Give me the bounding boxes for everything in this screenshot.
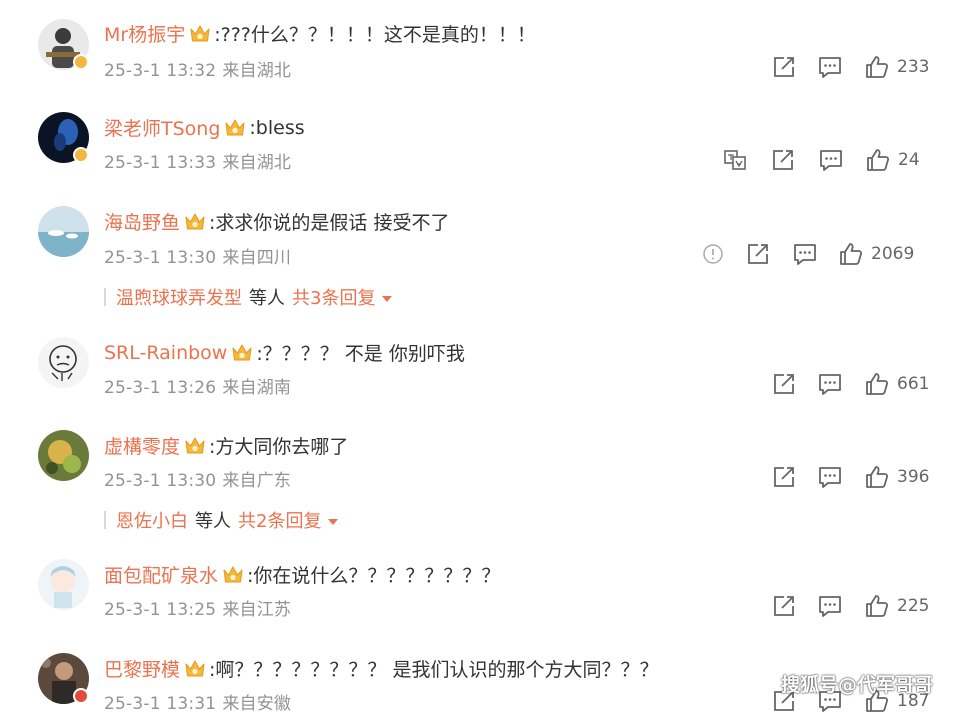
share-icon[interactable] (745, 241, 771, 267)
crown-badge-icon (184, 436, 206, 456)
comment-text: :啊？？？？？？？？ 是我们认识的那个方大同？？？ (209, 659, 659, 681)
comment-meta: 25-3-1 13:30 来自四川 (104, 243, 291, 268)
reply-others: 等人 (249, 288, 285, 309)
share-icon[interactable] (770, 147, 796, 173)
comment-meta: 25-3-1 13:33 来自湖北 (104, 148, 291, 173)
comment-icon[interactable] (817, 54, 843, 80)
share-icon[interactable] (771, 54, 797, 80)
share-icon[interactable] (771, 464, 797, 490)
thumbs-up-icon[interactable] (864, 54, 890, 80)
like-count: 2069 (871, 244, 915, 264)
thumbs-up-icon[interactable] (838, 241, 864, 267)
comment-text: :???什么？？！！！这不是真的！！！ (214, 24, 536, 46)
location: 来自安徽 (222, 694, 292, 714)
like-count: 661 (897, 374, 930, 394)
username[interactable]: 梁老师TSong (104, 114, 220, 141)
avatar[interactable] (38, 337, 89, 388)
username[interactable]: Mr杨振宇 (104, 20, 185, 47)
comment-text: :方大同你去哪了 (209, 436, 349, 458)
comment-text: :？？？？ 不是 你别吓我 (256, 343, 465, 365)
timestamp: 25-3-1 13:25 (104, 600, 217, 620)
reply-preview[interactable]: 恩佐小白 等人 共2条回复 (104, 507, 339, 533)
verified-badge-icon (73, 147, 89, 163)
verified-badge-icon (73, 688, 89, 704)
location: 来自四川 (222, 248, 292, 268)
location: 来自湖北 (222, 153, 292, 173)
thumbs-up-icon[interactable] (864, 371, 890, 397)
crown-badge-icon (231, 343, 253, 363)
thumbs-up-icon[interactable] (864, 464, 890, 490)
comment-text: :你在说什么？？？？？？？？ (247, 565, 501, 587)
like-count: 396 (897, 467, 930, 487)
location: 来自江苏 (222, 600, 292, 620)
comment-meta: 25-3-1 13:30 来自广东 (104, 466, 291, 491)
reply-username[interactable]: 温煦球球弄发型 (116, 284, 242, 310)
share-icon[interactable] (771, 371, 797, 397)
avatar[interactable] (38, 430, 89, 481)
comment-meta: 25-3-1 13:25 来自江苏 (104, 595, 291, 620)
avatar[interactable] (38, 206, 89, 257)
thumbs-up-icon[interactable] (865, 147, 891, 173)
avatar[interactable] (38, 559, 89, 610)
comment-meta: 25-3-1 13:31 来自安徽 (104, 689, 291, 714)
comment-icon[interactable] (817, 464, 843, 490)
reply-count-link[interactable]: 共2条回复 (238, 507, 321, 533)
timestamp: 25-3-1 13:26 (104, 378, 217, 398)
timestamp: 25-3-1 13:33 (104, 153, 217, 173)
reply-username[interactable]: 恩佐小白 (116, 507, 188, 533)
timestamp: 25-3-1 13:30 (104, 471, 217, 491)
crown-badge-icon (189, 24, 211, 44)
share-icon[interactable] (771, 593, 797, 619)
timestamp: 25-3-1 13:31 (104, 694, 217, 714)
username[interactable]: 面包配矿泉水 (104, 561, 218, 588)
crown-badge-icon (184, 212, 206, 232)
thumbs-up-icon[interactable] (864, 593, 890, 619)
verified-badge-icon (73, 54, 89, 70)
comment-icon[interactable] (817, 371, 843, 397)
crown-badge-icon (222, 565, 244, 585)
report-icon[interactable] (700, 241, 726, 267)
username[interactable]: 海岛野鱼 (104, 208, 180, 235)
username[interactable]: SRL-Rainbow (104, 342, 227, 364)
timestamp: 25-3-1 13:32 (104, 61, 217, 81)
location: 来自广东 (222, 471, 292, 491)
like-count: 24 (898, 150, 920, 170)
comment-icon[interactable] (817, 593, 843, 619)
comment-icon[interactable] (818, 147, 844, 173)
comment-text: :bless (249, 116, 305, 139)
timestamp: 25-3-1 13:30 (104, 248, 217, 268)
reply-others: 等人 (195, 511, 231, 532)
comment-meta: 25-3-1 13:26 来自湖南 (104, 373, 291, 398)
chevron-down-icon[interactable] (382, 295, 393, 302)
chevron-down-icon[interactable] (328, 518, 339, 525)
location: 来自湖北 (222, 61, 292, 81)
username[interactable]: 巴黎野模 (104, 655, 180, 682)
comment-icon[interactable] (792, 241, 818, 267)
location: 来自湖南 (222, 378, 292, 398)
comment-meta: 25-3-1 13:32 来自湖北 (104, 56, 291, 81)
comment-text: :求求你说的是假话 接受不了 (209, 212, 450, 234)
watermark: 搜狐号@代军哥哥 (781, 674, 934, 696)
crown-badge-icon (224, 118, 246, 138)
reply-preview[interactable]: 温煦球球弄发型 等人 共3条回复 (104, 284, 393, 310)
like-count: 225 (897, 596, 930, 616)
reply-count-link[interactable]: 共3条回复 (292, 284, 375, 310)
crown-badge-icon (184, 659, 206, 679)
translate-icon[interactable] (722, 147, 748, 173)
like-count: 233 (897, 57, 930, 77)
username[interactable]: 虚構零度 (104, 432, 180, 459)
